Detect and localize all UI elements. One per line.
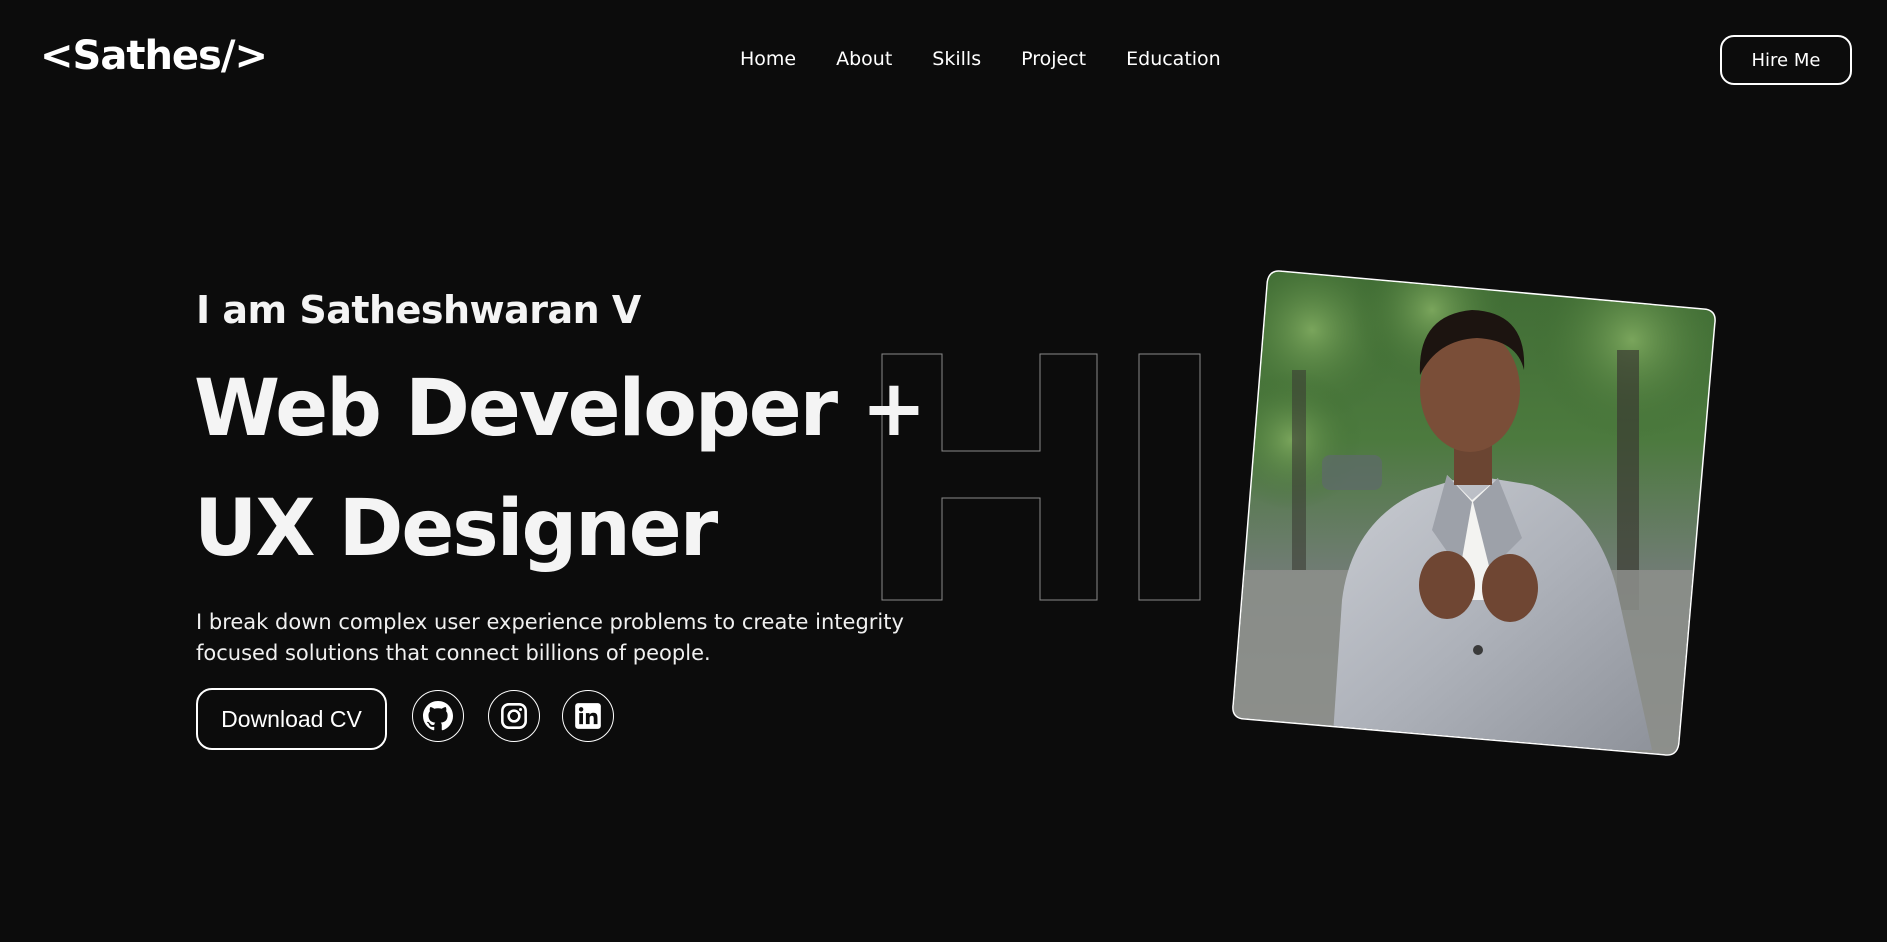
headline-line-1: Web Developer + [194, 364, 927, 454]
instagram-icon [501, 703, 527, 729]
site-logo[interactable]: <Sathes/> [40, 33, 268, 79]
github-icon [423, 701, 453, 731]
nav-skills[interactable]: Skills [932, 48, 981, 70]
main-nav: Home About Skills Project Education [740, 48, 1221, 70]
description-line-1: I break down complex user experience pro… [196, 610, 904, 634]
nav-education[interactable]: Education [1126, 48, 1221, 70]
instagram-link[interactable] [488, 690, 540, 742]
background-hi-outline [881, 353, 1201, 601]
nav-home[interactable]: Home [740, 48, 796, 70]
linkedin-link[interactable] [562, 690, 614, 742]
description-line-2: focused solutions that connect billions … [196, 641, 711, 665]
linkedin-icon [575, 703, 601, 729]
profile-photo-card [1232, 270, 1716, 757]
profile-photo [1232, 270, 1716, 756]
nav-project[interactable]: Project [1021, 48, 1086, 70]
github-link[interactable] [412, 690, 464, 742]
headline-line-2: UX Designer [194, 484, 718, 574]
hero-description: I break down complex user experience pro… [196, 607, 936, 669]
page: <Sathes/> Home About Skills Project Educ… [0, 0, 1887, 942]
nav-about[interactable]: About [836, 48, 892, 70]
download-cv-button[interactable]: Download CV [196, 688, 387, 750]
intro-heading: I am Satheshwaran V [196, 288, 641, 332]
hire-me-button[interactable]: Hire Me [1720, 35, 1852, 85]
